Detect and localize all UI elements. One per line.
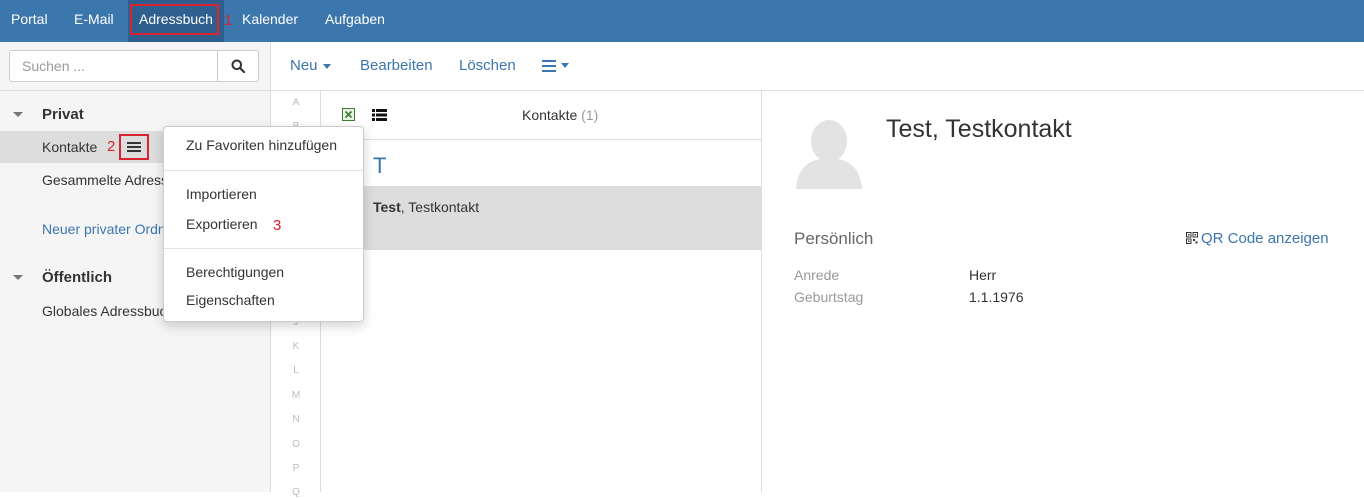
list-header: Kontakte (1) <box>321 91 761 140</box>
annotation-highlight-addressbook <box>130 4 219 35</box>
sidebar-item-label: Globales Adressbuch <box>42 303 175 319</box>
nav-tasks[interactable]: Aufgaben <box>314 0 396 42</box>
menu-item-import[interactable]: Importieren <box>186 186 257 202</box>
alphabet-letter[interactable]: L <box>271 365 321 376</box>
section-title: Persönlich <box>794 229 874 248</box>
list-title-label: Kontakte <box>522 107 578 123</box>
hamburger-icon <box>542 60 556 72</box>
letter-heading: T <box>373 153 387 178</box>
menu-divider <box>164 170 363 171</box>
edit-button[interactable]: Bearbeiten <box>360 57 433 74</box>
field-label-salutation: Anrede <box>794 267 840 283</box>
hamburger-icon <box>127 142 141 152</box>
search-box <box>9 50 259 82</box>
nav-calendar[interactable]: Kalender <box>231 0 309 42</box>
caret-down-icon <box>561 63 569 68</box>
menu-item-permissions[interactable]: Berechtigungen <box>186 264 284 280</box>
contact-detail: Test, Testkontakt Persönlich QR Code anz… <box>762 91 1364 492</box>
sidebar-item-label: Kontakte <box>42 139 98 155</box>
search-icon <box>231 59 245 73</box>
menu-item-add-favorites[interactable]: Zu Favoriten hinzufügen <box>186 137 337 153</box>
search-input[interactable] <box>9 50 218 82</box>
delete-button[interactable]: Löschen <box>459 57 516 74</box>
field-value-birthday: 1.1.1976 <box>969 289 1024 305</box>
alphabet-letter[interactable]: K <box>271 341 321 352</box>
nav-portal[interactable]: Portal <box>0 0 59 42</box>
new-button[interactable]: Neu <box>290 57 331 74</box>
contact-first-name: , Testkontakt <box>400 199 480 215</box>
caret-down-icon <box>13 275 23 280</box>
qr-code-label: QR Code anzeigen <box>1201 230 1329 247</box>
new-label: Neu <box>290 57 318 74</box>
toolbar: Neu Bearbeiten Löschen <box>271 42 1364 91</box>
menu-item-properties[interactable]: Eigenschaften <box>186 292 275 308</box>
annotation-number-1: 1 <box>224 12 233 29</box>
new-folder-label: Neuer privater Ordner <box>42 221 179 237</box>
list-count: (1) <box>581 107 599 123</box>
annotation-number-3: 3 <box>273 217 282 234</box>
alphabet-letter[interactable]: A <box>271 97 321 108</box>
qr-code-icon <box>1186 232 1198 244</box>
divider <box>0 90 270 91</box>
excel-export-icon[interactable] <box>342 108 355 121</box>
list-title: Kontakte (1) <box>522 107 598 123</box>
list-item[interactable]: Test, Testkontakt <box>321 186 761 250</box>
folder-menu-button[interactable] <box>119 134 149 160</box>
alphabet-letter[interactable]: O <box>271 439 321 450</box>
alphabet-letter[interactable]: N <box>271 414 321 425</box>
folder-group-label: Öffentlich <box>42 269 112 286</box>
contact-last-name: Test <box>373 199 401 215</box>
menu-divider <box>164 248 363 249</box>
field-label-birthday: Geburtstag <box>794 289 864 305</box>
caret-down-icon <box>322 63 331 69</box>
more-actions-button[interactable] <box>542 59 569 76</box>
caret-down-icon <box>13 112 23 117</box>
folder-context-menu: Zu Favoriten hinzufügen Importieren Expo… <box>163 126 364 322</box>
avatar-placeholder-icon <box>796 120 862 189</box>
nav-email[interactable]: E-Mail <box>63 0 125 42</box>
list-view-icon[interactable] <box>372 109 387 121</box>
contact-name: Test, Testkontakt <box>373 199 479 215</box>
annotation-number-2: 2 <box>107 138 116 155</box>
qr-code-link[interactable]: QR Code anzeigen <box>1186 230 1329 247</box>
menu-item-export[interactable]: Exportieren <box>186 216 258 232</box>
alphabet-letter[interactable]: M <box>271 390 321 401</box>
field-value-salutation: Herr <box>969 267 997 283</box>
contact-list: Kontakte (1) T Test, Testkontakt <box>321 91 762 492</box>
folder-group-label: Privat <box>42 106 84 123</box>
contact-title: Test, Testkontakt <box>886 115 1072 143</box>
alphabet-letter[interactable]: Q <box>271 487 321 498</box>
alphabet-letter[interactable]: P <box>271 463 321 474</box>
search-button[interactable] <box>217 50 259 82</box>
